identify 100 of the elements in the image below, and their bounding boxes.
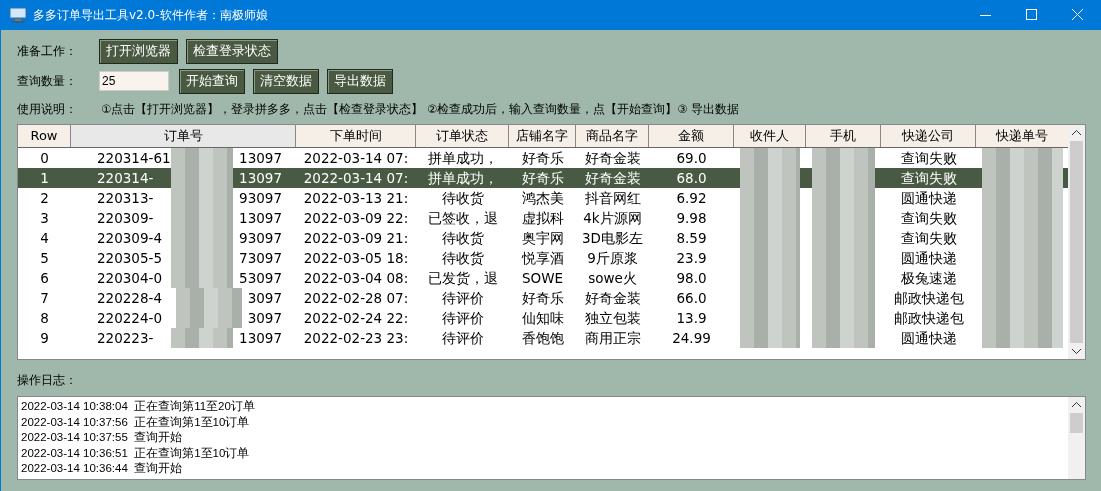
help-label: 使用说明： (17, 100, 78, 118)
table-cell-text: 220228-4 (97, 289, 163, 308)
column-header[interactable]: 收件人 (734, 125, 806, 147)
table-cell: 9 (40, 330, 49, 346)
help-text: ①点击【打开浏览器】，登录拼多多，点击【检查登录状态】 ②检查成功后，输入查询数量，点【开始查询】③ 导出数据 (101, 101, 740, 117)
table-cell: 3D电影左 (582, 230, 643, 246)
table-cell: 拼单成功， (427, 150, 498, 166)
table-cell: 待收货 (441, 250, 484, 266)
table-cell-text: 220224-0 (97, 309, 163, 328)
column-header[interactable]: 订单号 (71, 125, 296, 147)
table-cell: 邮政快递包 (893, 290, 964, 306)
table-cell-text: 73097 (239, 249, 282, 268)
table-cell: 好奇金装 (584, 170, 641, 186)
table-cell-text: 93097 (239, 189, 282, 208)
table-cell: 鸿杰美 (521, 190, 564, 206)
column-header[interactable]: Row (18, 125, 71, 147)
action-button[interactable]: 清空数据 (253, 68, 319, 94)
table-cell: 独立包装 (584, 310, 641, 326)
scroll-thumb[interactable] (1070, 141, 1083, 343)
column-header[interactable]: 快递单号 (976, 125, 1068, 147)
table-cell-text: 220313- (97, 189, 155, 208)
scrollbar[interactable] (1068, 397, 1085, 479)
column-header[interactable]: 金额 (649, 125, 734, 147)
table-cell-text: 13097 (239, 169, 282, 188)
table-cell: 24.99 (672, 330, 711, 346)
table-cell: 6 (40, 270, 49, 286)
table-cell-text: 3097 (247, 289, 282, 308)
table-cell: 好奇乐 (521, 170, 564, 186)
redaction-block (740, 328, 800, 348)
column-header[interactable]: 手机 (806, 125, 881, 147)
table-cell: 已签收，退 (427, 210, 498, 226)
scroll-thumb[interactable] (1070, 413, 1083, 433)
table-cell: 奥宇网 (521, 230, 564, 246)
table-cell: 2022-03-04 08: (303, 270, 409, 286)
table-cell: 2022-03-09 22: (303, 210, 409, 226)
query-count-label: 查询数量： (17, 72, 78, 90)
redaction-block (812, 148, 875, 168)
table-cell: 3 (40, 210, 49, 226)
table-cell-text: 220314-61 (97, 149, 172, 168)
table-cell: 查询失败 (900, 210, 957, 226)
table-cell-text: 3097 (247, 309, 282, 328)
table-cell: 待评价 (441, 290, 484, 306)
table-cell-text: 93097 (239, 229, 282, 248)
table-cell: 2022-03-14 07: (303, 150, 409, 166)
table-cell: 待收货 (441, 190, 484, 206)
action-button[interactable]: 打开浏览器 (99, 38, 178, 64)
log-line: 2022-03-14 10:36:44 查询开始 (21, 461, 184, 476)
table-cell-text: 220309- (97, 209, 155, 228)
table-cell: 已发货，退 (427, 270, 498, 286)
table-cell: 仙知味 (521, 310, 564, 326)
table-cell: 好奇乐 (521, 290, 564, 306)
column-header[interactable]: 下单时间 (296, 125, 416, 147)
table-cell: 抖音网红 (584, 190, 641, 206)
table-cell: 2022-02-28 07: (303, 290, 409, 306)
log-line: 2022-03-14 10:38:04 正在查询第11至20订单 (21, 399, 256, 414)
table-cell: 查询失败 (900, 170, 957, 186)
table-cell: 66.0 (676, 290, 707, 306)
column-header[interactable]: 订单状态 (416, 125, 509, 147)
column-header[interactable]: 店铺名字 (509, 125, 576, 147)
table-cell: 好奇乐 (521, 150, 564, 166)
table-cell: 9.98 (676, 210, 707, 226)
table-cell-text: 220304-0 (97, 269, 163, 288)
table-cell: SOWE (521, 270, 564, 286)
table-cell: 圆通快递 (900, 190, 957, 206)
column-header[interactable]: 快递公司 (881, 125, 976, 147)
table-cell: 圆通快递 (900, 330, 957, 346)
table-cell: 好奇金装 (584, 150, 641, 166)
query-count-field[interactable]: 25 (99, 71, 169, 91)
monitor-icon (9, 7, 27, 23)
action-button[interactable]: 检查登录状态 (186, 38, 278, 64)
table-cell: 8.59 (676, 230, 707, 246)
column-header[interactable]: 商品名字 (576, 125, 649, 147)
scrollbar[interactable] (1068, 125, 1085, 359)
table-cell: 9斤原浆 (587, 250, 638, 266)
table-cell: 68.0 (676, 170, 707, 186)
table-cell: 2022-02-23 23: (303, 330, 409, 346)
table-cell-text: 13097 (239, 329, 282, 348)
table-cell: 98.0 (676, 270, 707, 286)
table-cell: 13.9 (676, 310, 707, 326)
table-cell: 2022-03-13 21: (303, 190, 409, 206)
table-row[interactable]: 1 220314- 13097 2022-03-14 07: 拼单成功， 好奇乐 好奇金装 68.0 查询失败 (18, 168, 1068, 188)
action-button[interactable]: 导出数据 (327, 68, 393, 94)
table-cell-text: 220223- (97, 329, 155, 348)
action-button[interactable]: 开始查询 (179, 68, 245, 94)
prep-label: 准备工作： (17, 42, 78, 60)
table-cell: 4k片源网 (583, 210, 642, 226)
redaction-block (812, 328, 875, 348)
table-cell: 69.0 (676, 150, 707, 166)
table-cell: 待评价 (441, 310, 484, 326)
maximize-icon (1026, 9, 1038, 21)
table-cell: 极兔速递 (900, 270, 957, 286)
table-cell: 虚拟科 (521, 210, 564, 226)
table-cell-text: 220309-4 (97, 229, 163, 248)
table-cell: 7 (40, 290, 49, 306)
table-cell: 邮政快递包 (893, 310, 964, 326)
close-icon (1072, 9, 1084, 21)
log-label: 操作日志： (17, 371, 78, 389)
table-cell: 5 (40, 250, 49, 266)
table-cell: 查询失败 (900, 230, 957, 246)
table-cell: 商用正宗 (584, 330, 641, 346)
